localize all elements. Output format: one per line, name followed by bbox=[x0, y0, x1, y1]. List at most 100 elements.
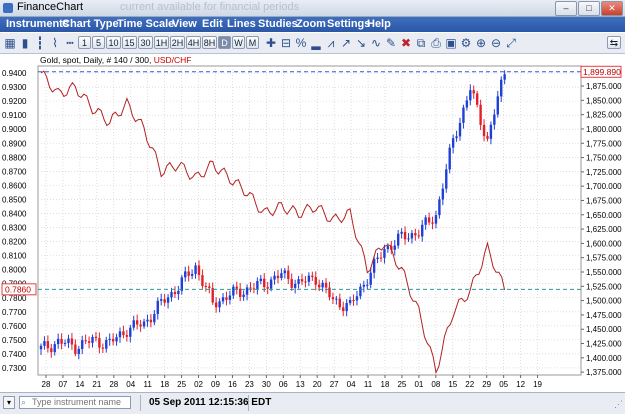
toggle-panel-icon[interactable]: ⇆ bbox=[607, 36, 621, 49]
copy-icon[interactable]: ⧉ bbox=[413, 35, 429, 51]
candle-body bbox=[70, 338, 74, 345]
menu-studies[interactable]: Studies bbox=[258, 18, 298, 30]
timeframe-m[interactable]: M bbox=[246, 36, 259, 49]
candle-body bbox=[91, 336, 94, 343]
window-title: FinanceChart bbox=[17, 1, 84, 13]
candle-body bbox=[125, 335, 129, 337]
crosshair-icon[interactable]: ✚ bbox=[263, 35, 279, 51]
toolbar-grid-icon[interactable]: ▦ bbox=[2, 35, 18, 51]
toolbar-ticks-icon[interactable]: ┅ bbox=[62, 35, 78, 51]
x-tick-label: 07 bbox=[58, 380, 67, 389]
menu-instruments[interactable]: Instruments bbox=[6, 18, 69, 30]
menu-edit[interactable]: Edit bbox=[202, 18, 223, 30]
fit-icon[interactable]: ⤢ bbox=[503, 35, 519, 51]
trend-down-icon[interactable]: ↘ bbox=[353, 35, 369, 51]
candle-body bbox=[376, 257, 379, 259]
x-tick-label: 29 bbox=[482, 380, 491, 389]
candle-body bbox=[77, 348, 80, 354]
save-icon[interactable]: ▣ bbox=[443, 35, 459, 51]
x-tick-label: 08 bbox=[431, 380, 440, 389]
menu-help[interactable]: Help bbox=[367, 18, 391, 30]
timeframe-30[interactable]: 30 bbox=[138, 36, 153, 49]
candle-body bbox=[211, 288, 214, 303]
candle-body bbox=[81, 340, 84, 349]
toolbar-bars-icon[interactable]: ┇ bbox=[32, 35, 48, 51]
timeframe-5[interactable]: 5 bbox=[92, 36, 105, 49]
status-datetime: 05 Sep 2011 12:15:36 EDT bbox=[149, 397, 272, 408]
trend-up-icon[interactable]: ↗ bbox=[338, 35, 354, 51]
timeframe-4h[interactable]: 4H bbox=[186, 36, 201, 49]
timeframe-1[interactable]: 1 bbox=[78, 36, 91, 49]
candle-body bbox=[469, 90, 472, 101]
candle-body bbox=[293, 283, 297, 288]
candle-body bbox=[149, 319, 153, 323]
candle-body bbox=[462, 107, 465, 123]
candle-body bbox=[74, 344, 77, 354]
close-icon[interactable]: ✕ bbox=[601, 1, 623, 16]
right-tick-label: 1,625.000 bbox=[586, 225, 622, 234]
scale-icon[interactable]: ⊟ bbox=[278, 35, 294, 51]
wave-icon[interactable]: ∿ bbox=[368, 35, 384, 51]
indicator-icon[interactable]: ⩘ bbox=[323, 35, 339, 51]
left-tick-label: 0.9300 bbox=[2, 83, 27, 92]
candle-body bbox=[170, 291, 173, 298]
x-tick-label: 16 bbox=[228, 380, 237, 389]
x-tick-label: 19 bbox=[533, 380, 542, 389]
menu-view[interactable]: View bbox=[172, 18, 197, 30]
menu-time-scale[interactable]: Time Scale bbox=[117, 18, 174, 30]
candle-body bbox=[142, 321, 146, 327]
toolbar-line-icon[interactable]: ⌇ bbox=[47, 35, 63, 51]
candle-body bbox=[156, 300, 159, 314]
instrument-picker-icon[interactable]: ▾ bbox=[3, 396, 15, 409]
volume-icon[interactable]: ▂ bbox=[308, 35, 324, 51]
candle-body bbox=[307, 275, 311, 282]
minimize-icon[interactable]: – bbox=[555, 1, 577, 16]
right-tick-label: 1,850.000 bbox=[586, 96, 622, 105]
timeframe-w[interactable]: W bbox=[232, 36, 245, 49]
timeframe-10[interactable]: 10 bbox=[106, 36, 121, 49]
instrument-search-input[interactable] bbox=[19, 396, 131, 409]
timeframe-2h[interactable]: 2H bbox=[170, 36, 185, 49]
candle-body bbox=[263, 278, 266, 288]
candle-body bbox=[427, 217, 431, 223]
candle-body bbox=[232, 286, 235, 296]
candle-body bbox=[115, 337, 118, 342]
zoom-out-icon[interactable]: ⊖ bbox=[488, 35, 504, 51]
settings-icon[interactable]: ⚙ bbox=[458, 35, 474, 51]
percent-icon[interactable]: % bbox=[293, 35, 309, 51]
toolbar-candles-icon[interactable]: ▮ bbox=[17, 35, 33, 51]
right-tick-label: 1,800.000 bbox=[586, 125, 622, 134]
candle-body bbox=[379, 257, 383, 259]
timeframe-8h[interactable]: 8H bbox=[202, 36, 217, 49]
delete-icon[interactable]: ✖ bbox=[398, 35, 414, 51]
menu-settings[interactable]: Settings bbox=[327, 18, 370, 30]
candle-body bbox=[455, 136, 458, 139]
candle-body bbox=[448, 147, 451, 170]
timeframe-15[interactable]: 15 bbox=[122, 36, 137, 49]
menu-zoom[interactable]: Zoom bbox=[296, 18, 326, 30]
chart-area[interactable]: 0.9400 0.9300 0.9200 0.9100 0.9000 0.8900 0.88… bbox=[0, 54, 625, 402]
x-tick-label: 01 bbox=[414, 380, 423, 389]
candle-body bbox=[177, 290, 180, 295]
x-tick-label: 30 bbox=[262, 380, 271, 389]
zoom-in-icon[interactable]: ⊕ bbox=[473, 35, 489, 51]
candle-body bbox=[297, 279, 300, 284]
left-tick-label: 0.8800 bbox=[2, 153, 27, 162]
candle-body bbox=[314, 277, 317, 285]
resize-grip-icon[interactable]: ⋰ bbox=[614, 399, 623, 410]
candle-body bbox=[67, 338, 70, 344]
candle-body bbox=[50, 348, 53, 353]
candle-body bbox=[317, 284, 321, 288]
menu-lines[interactable]: Lines bbox=[227, 18, 256, 30]
price-chart[interactable]: 0.9400 0.9300 0.9200 0.9100 0.9000 0.8900 0.88… bbox=[0, 54, 625, 402]
right-tick-label: 1,675.000 bbox=[586, 196, 622, 205]
candle-body bbox=[393, 245, 396, 250]
x-tick-label: 18 bbox=[381, 380, 390, 389]
draw-icon[interactable]: ✎ bbox=[383, 35, 399, 51]
maximize-icon[interactable]: □ bbox=[578, 1, 600, 16]
timeframe-d[interactable]: D bbox=[218, 36, 231, 49]
timeframe-1h[interactable]: 1H bbox=[154, 36, 169, 49]
print-icon[interactable]: ⎙ bbox=[428, 35, 444, 51]
menu-chart-type[interactable]: Chart Type bbox=[62, 18, 119, 30]
candle-body bbox=[249, 287, 252, 289]
